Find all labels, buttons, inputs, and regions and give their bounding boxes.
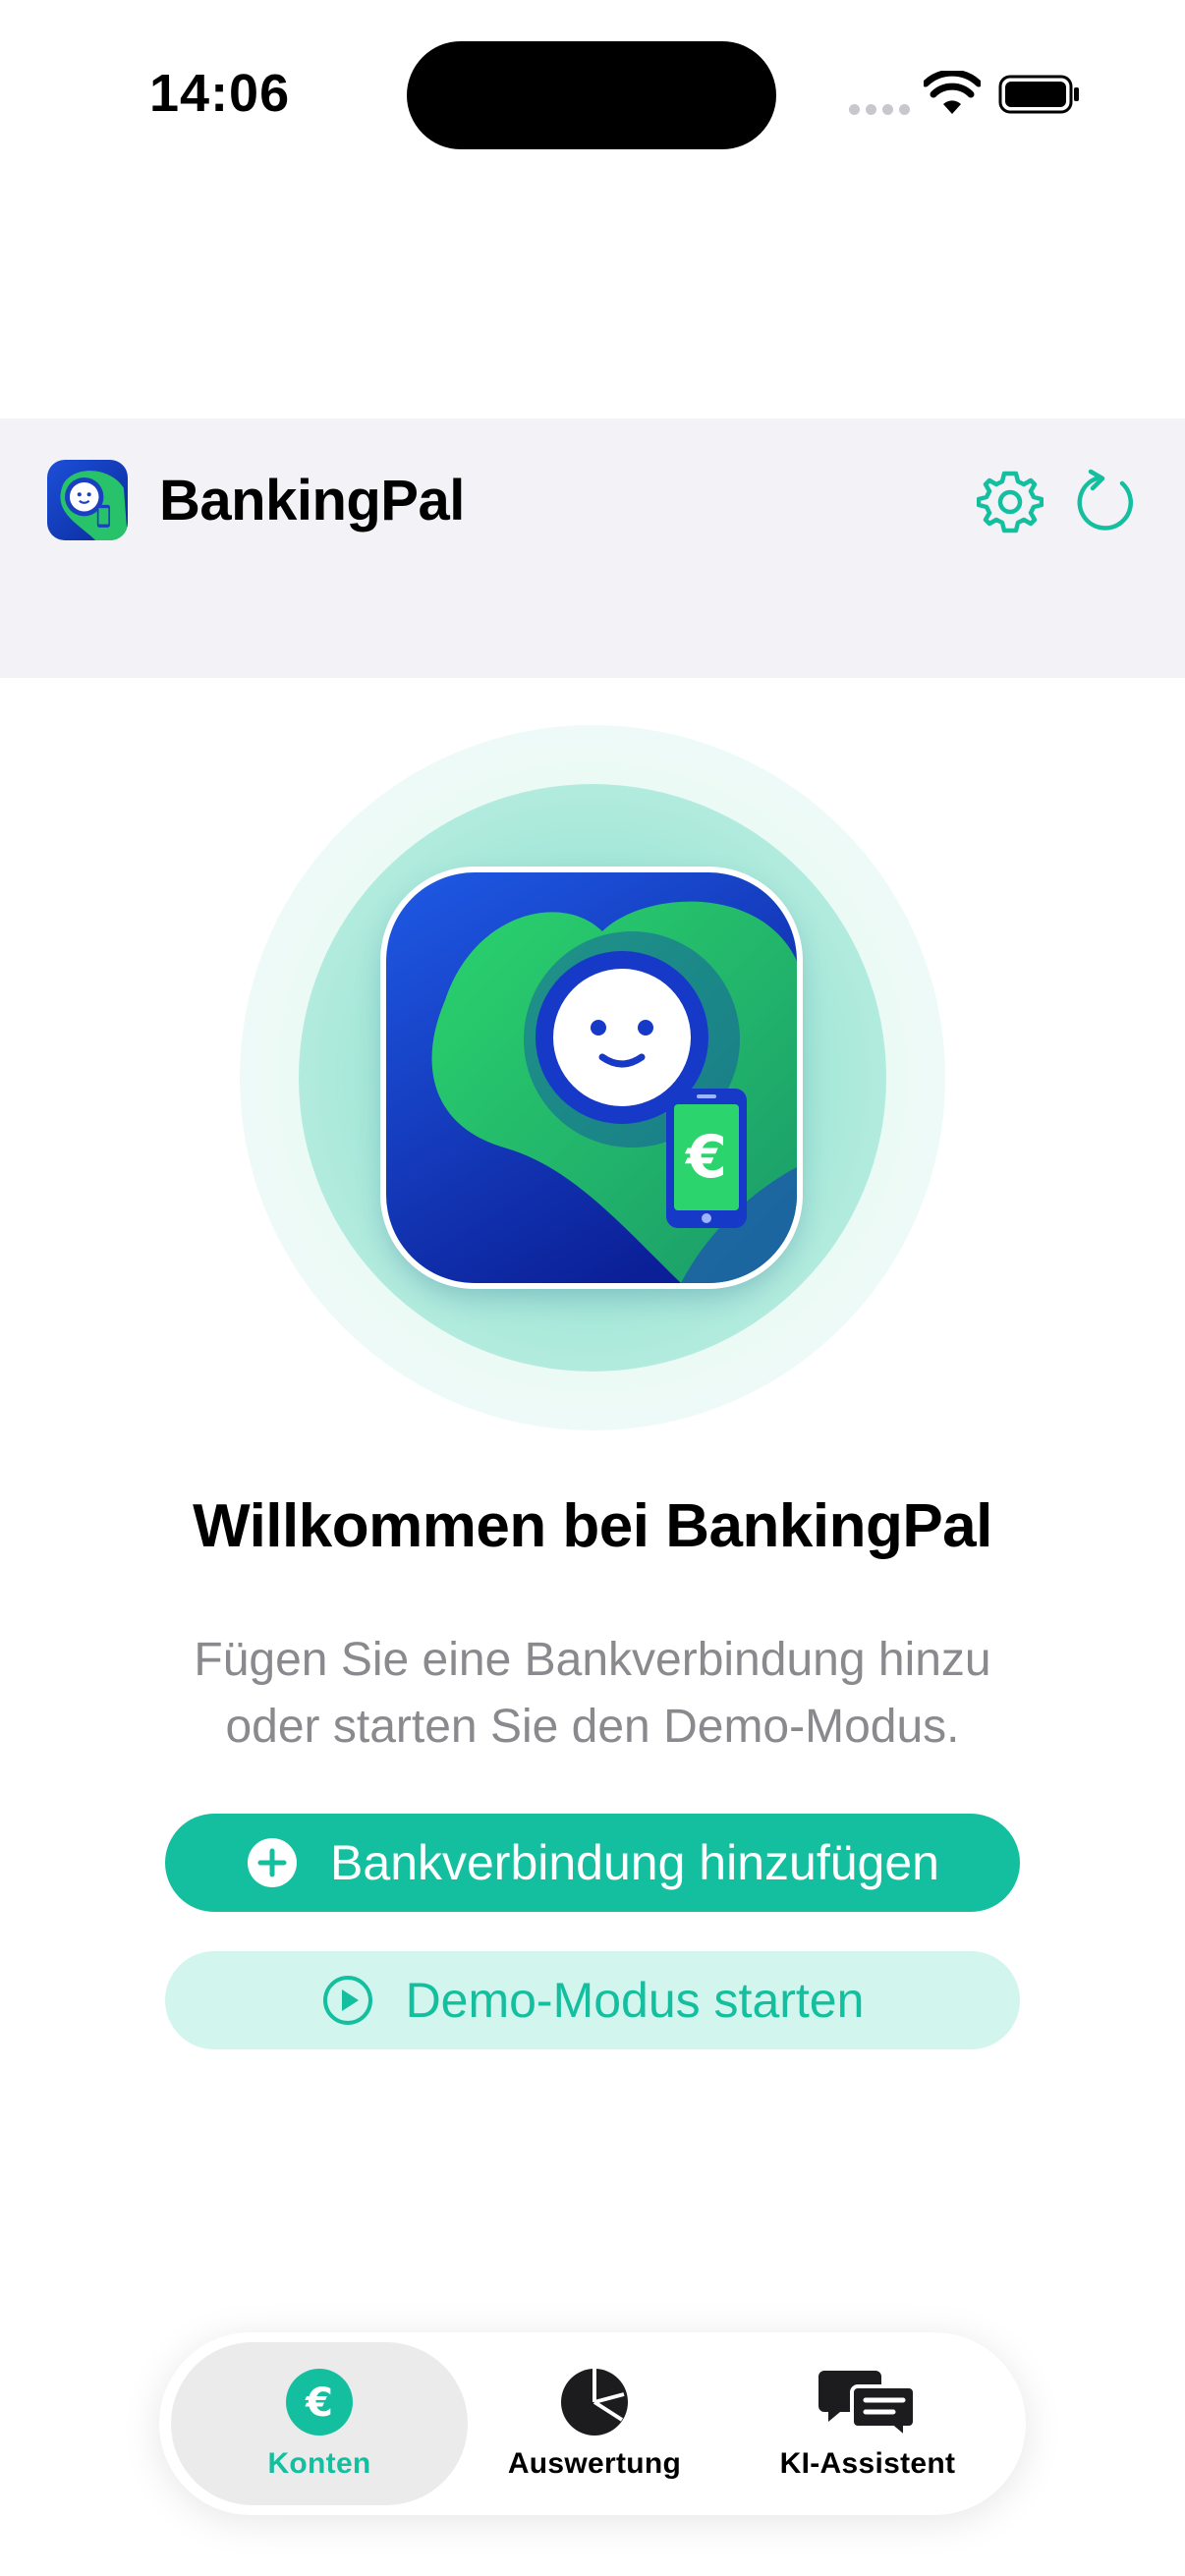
plus-circle-icon <box>248 1838 298 1887</box>
settings-gear-icon[interactable] <box>977 468 1044 534</box>
tab-auswertung[interactable]: Auswertung <box>450 2342 739 2505</box>
svg-text:€: € <box>684 1123 727 1192</box>
tab-auswertung-label: Auswertung <box>507 2447 682 2480</box>
tab-konten[interactable]: € Konten <box>171 2342 468 2505</box>
tab-ki-assistent[interactable]: KI-Assistent <box>723 2342 1012 2505</box>
welcome-subtitle-line-2: oder starten Sie den Demo-Modus. <box>225 1701 960 1753</box>
euro-circle-icon: € <box>286 2369 353 2436</box>
svg-text:€: € <box>305 2380 333 2426</box>
welcome-subtitle-line-1: Fügen Sie eine Bankverbindung hinzu <box>194 1634 991 1686</box>
chat-bubbles-icon <box>818 2371 917 2437</box>
tab-konten-label: Konten <box>267 2447 371 2480</box>
start-demo-mode-button[interactable]: Demo-Modus starten <box>165 1951 1020 2049</box>
add-bank-connection-label: Bankverbindung hinzufügen <box>330 1835 939 1890</box>
cellular-signal-icon <box>849 104 910 115</box>
welcome-subtitle: Fügen Sie eine Bankverbindung hinzu oder… <box>147 1627 1038 1761</box>
navigation-header <box>0 419 1185 678</box>
tab-ki-assistent-label: KI-Assistent <box>779 2447 956 2480</box>
app-logo-icon <box>47 460 128 540</box>
wifi-icon <box>924 71 981 114</box>
status-time: 14:06 <box>149 64 291 123</box>
tab-bar: € Konten Auswertung KI-Assistent <box>159 2332 1026 2515</box>
refresh-icon[interactable] <box>1073 468 1140 534</box>
welcome-title: Willkommen bei BankingPal <box>193 1492 992 1560</box>
app-title: BankingPal <box>159 469 465 532</box>
pie-chart-icon <box>561 2369 628 2436</box>
battery-icon <box>998 75 1079 114</box>
add-bank-connection-button[interactable]: Bankverbindung hinzufügen <box>165 1814 1020 1912</box>
play-circle-icon <box>322 1976 372 2025</box>
app-logo-large-icon: € <box>386 872 797 1283</box>
dynamic-island <box>407 41 776 149</box>
start-demo-mode-label: Demo-Modus starten <box>405 1973 865 2028</box>
